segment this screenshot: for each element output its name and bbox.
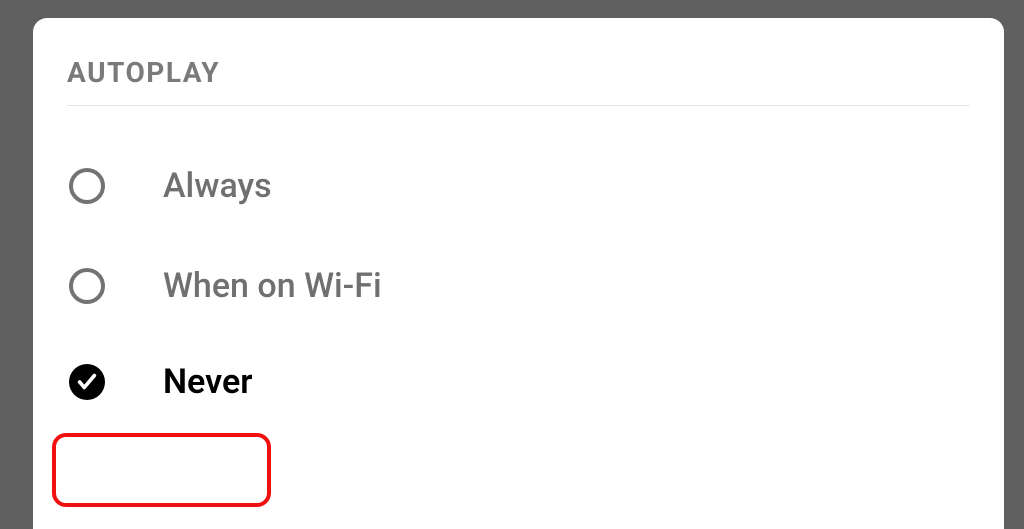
section-title: AUTOPLAY — [67, 56, 970, 89]
option-always[interactable]: Always — [33, 136, 1004, 236]
radio-never[interactable] — [69, 364, 117, 400]
options-list: Always When on Wi-Fi Never — [33, 106, 1004, 428]
check-icon — [76, 371, 98, 393]
radio-unselected-icon — [69, 268, 105, 304]
autoplay-dialog: AUTOPLAY Always When on Wi-Fi Ne — [33, 18, 1004, 529]
section-header: AUTOPLAY — [33, 18, 1004, 105]
option-wifi[interactable]: When on Wi-Fi — [33, 236, 1004, 336]
option-label-always: Always — [163, 166, 272, 206]
radio-wifi[interactable] — [69, 268, 117, 304]
option-never[interactable]: Never — [33, 336, 1004, 428]
radio-unselected-icon — [69, 168, 105, 204]
radio-always[interactable] — [69, 168, 117, 204]
option-label-never: Never — [163, 362, 252, 402]
option-label-wifi: When on Wi-Fi — [163, 266, 382, 306]
radio-selected-icon — [69, 364, 105, 400]
